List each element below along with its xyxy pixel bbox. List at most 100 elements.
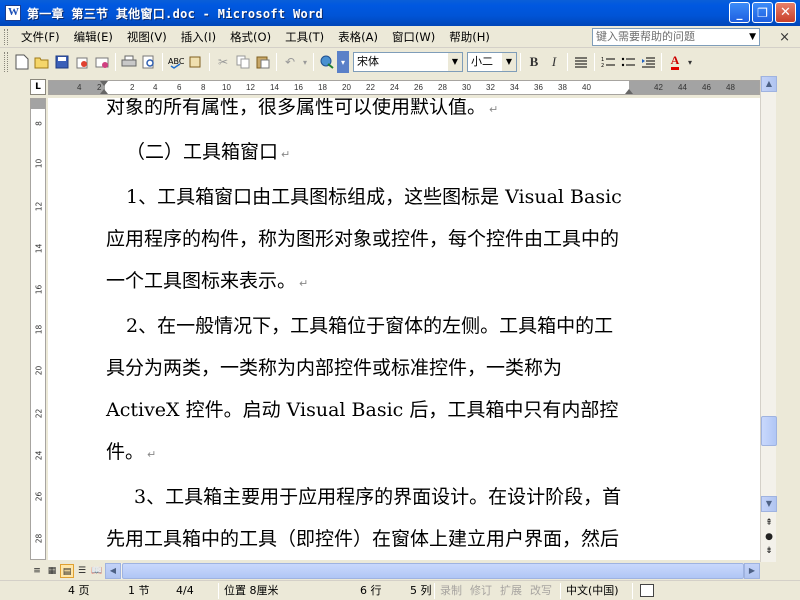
new-icon[interactable] [12,51,32,73]
word-app-icon[interactable] [5,5,21,21]
window-title: 第一章 第三节 其他窗口.doc - Microsoft Word [27,6,324,21]
spelling-status-icon[interactable] [640,584,654,597]
status-language[interactable]: 中文(中国) [566,584,619,598]
hyperlink-icon[interactable] [317,51,337,73]
italic-button[interactable]: I [544,51,564,73]
print-layout-view-icon[interactable]: ▤ [60,564,74,578]
document-body[interactable]: 对象的所有属性，很多属性可以使用默认值。 ↵ （二）工具箱窗口 ↵ 1、工具箱窗口由… [106,98,626,560]
permission-icon[interactable] [72,51,92,73]
menu-window[interactable]: 窗口(W) [385,27,442,47]
vertical-ruler-top-margin [31,99,45,109]
ruler-tick-label: 38 [558,83,567,92]
print-preview-icon[interactable] [139,51,159,73]
close-button[interactable]: ✕ [775,2,796,23]
horizontal-scroll-thumb[interactable] [122,563,744,579]
research-icon[interactable] [186,51,206,73]
reading-layout-view-icon[interactable]: 📖 [90,564,104,578]
vruler-tick-label: 18 [34,324,44,335]
menu-insert[interactable]: 插入(I) [174,27,223,47]
paragraph-4[interactable]: 3、工具箱主要用于应用程序的界面设计。在设计阶段，首先用工具箱中的工具（即控件）… [106,476,626,560]
align-icon[interactable] [571,51,591,73]
scroll-up-icon[interactable]: ▲ [761,76,777,92]
paragraph-3[interactable]: 2、在一般情况下，工具箱位于窗体的左侧。工具箱中的工具分为两类，一类称为内部控件… [106,305,626,476]
undo-icon[interactable]: ↶ [280,51,300,73]
ruler-tick-label: 30 [462,83,471,92]
print-icon[interactable] [119,51,139,73]
close-document-button[interactable]: × [779,30,790,45]
minimize-button[interactable]: _ [729,2,750,23]
status-extend-selection[interactable]: 扩展 [500,584,522,598]
cut-icon[interactable]: ✂ [213,51,233,73]
tab-selector-button[interactable]: L [30,79,46,95]
status-page: 4 页 [68,584,90,597]
menu-table[interactable]: 表格(A) [331,27,385,47]
vertical-scroll-thumb[interactable] [761,416,777,446]
paragraph-text: 2、在一般情况下，工具箱位于窗体的左侧。工具箱中的工具分为两类，一类称为内部控件… [106,315,619,463]
help-question-input[interactable]: 键入需要帮助的问题 ▼ [592,28,760,46]
menu-view[interactable]: 视图(V) [120,27,174,47]
scroll-right-icon[interactable]: ▶ [744,563,760,579]
toolbar-options-icon[interactable]: ▾ [337,51,349,73]
copy-icon[interactable] [233,51,253,73]
outline-view-icon[interactable]: ☰ [75,564,89,578]
indent-icon[interactable] [638,51,658,73]
save-icon[interactable] [52,51,72,73]
status-section: 1 节 [128,584,150,597]
normal-view-icon[interactable]: ≡ [30,564,44,578]
numbering-icon[interactable]: 12 [598,51,618,73]
scroll-down-icon[interactable]: ▼ [761,496,777,512]
toolbar-separator [594,53,595,71]
spelling-icon[interactable]: ABC [166,51,186,73]
paragraph-1[interactable]: （二）工具箱窗口 ↵ [106,131,626,176]
vertical-ruler[interactable]: 8 10 12 14 16 18 20 22 24 26 28 [30,98,46,560]
select-browse-object-icon[interactable]: ● [761,530,777,544]
toolbar-separator [276,53,277,71]
scroll-left-icon[interactable]: ◀ [105,563,121,579]
vertical-scrollbar[interactable]: ▲ ▼ ⇞ ● ⇟ [760,76,777,562]
font-color-dropdown-icon[interactable]: ▾ [685,51,695,73]
chevron-down-icon[interactable]: ▼ [749,29,756,45]
status-overtype[interactable]: 改写 [530,584,552,598]
vruler-tick-label: 26 [34,491,44,502]
menu-edit[interactable]: 编辑(E) [67,27,120,47]
status-record-macro[interactable]: 录制 [440,584,462,598]
status-track-changes[interactable]: 修订 [470,584,492,598]
email-icon[interactable] [92,51,112,73]
menu-grip-handle[interactable] [4,28,8,45]
menu-help[interactable]: 帮助(H) [442,27,497,47]
status-separator [632,583,633,599]
ruler-tick-label: 40 [582,83,591,92]
paragraph-0[interactable]: 对象的所有属性，很多属性可以使用默认值。 ↵ [106,98,626,131]
font-name-select[interactable]: 宋体 ▼ [353,52,463,72]
web-layout-view-icon[interactable]: ▦ [45,564,59,578]
chevron-down-icon[interactable]: ▼ [448,53,462,71]
previous-page-icon[interactable]: ⇞ [761,516,777,530]
chevron-down-icon[interactable]: ▼ [502,53,516,71]
toolbar-grip-handle[interactable] [4,52,8,72]
horizontal-ruler[interactable]: 4 2 2 4 6 8 10 12 14 16 18 20 22 24 26 2… [48,80,760,95]
bold-button[interactable]: B [524,51,544,73]
right-indent-marker[interactable] [625,89,633,94]
next-page-icon[interactable]: ⇟ [761,544,777,558]
menu-format[interactable]: 格式(O) [223,27,278,47]
restore-button[interactable]: ❐ [752,2,773,23]
paste-icon[interactable] [253,51,273,73]
first-line-indent-marker[interactable] [100,81,108,86]
font-size-select[interactable]: 小二 ▼ [467,52,517,72]
vruler-tick-label: 12 [34,201,44,212]
svg-text:2: 2 [601,63,604,68]
font-color-icon[interactable]: A [665,51,685,73]
bullets-icon[interactable] [618,51,638,73]
menu-tools[interactable]: 工具(T) [278,27,331,47]
menu-file[interactable]: 文件(F) [14,27,67,47]
document-page[interactable]: 对象的所有属性，很多属性可以使用默认值。 ↵ （二）工具箱窗口 ↵ 1、工具箱窗口由… [48,98,760,560]
open-icon[interactable] [32,51,52,73]
ruler-tick-label: 36 [534,83,543,92]
vruler-tick-label: 22 [34,408,44,419]
hanging-indent-marker[interactable] [100,89,108,94]
toolbar-separator [115,53,116,71]
toolbar-separator [520,53,521,71]
paragraph-2[interactable]: 1、工具箱窗口由工具图标组成，这些图标是 Visual Basic 应用程序的构… [106,176,626,305]
ruler-tick-label: 22 [366,83,375,92]
undo-dropdown-icon[interactable]: ▾ [300,51,310,73]
